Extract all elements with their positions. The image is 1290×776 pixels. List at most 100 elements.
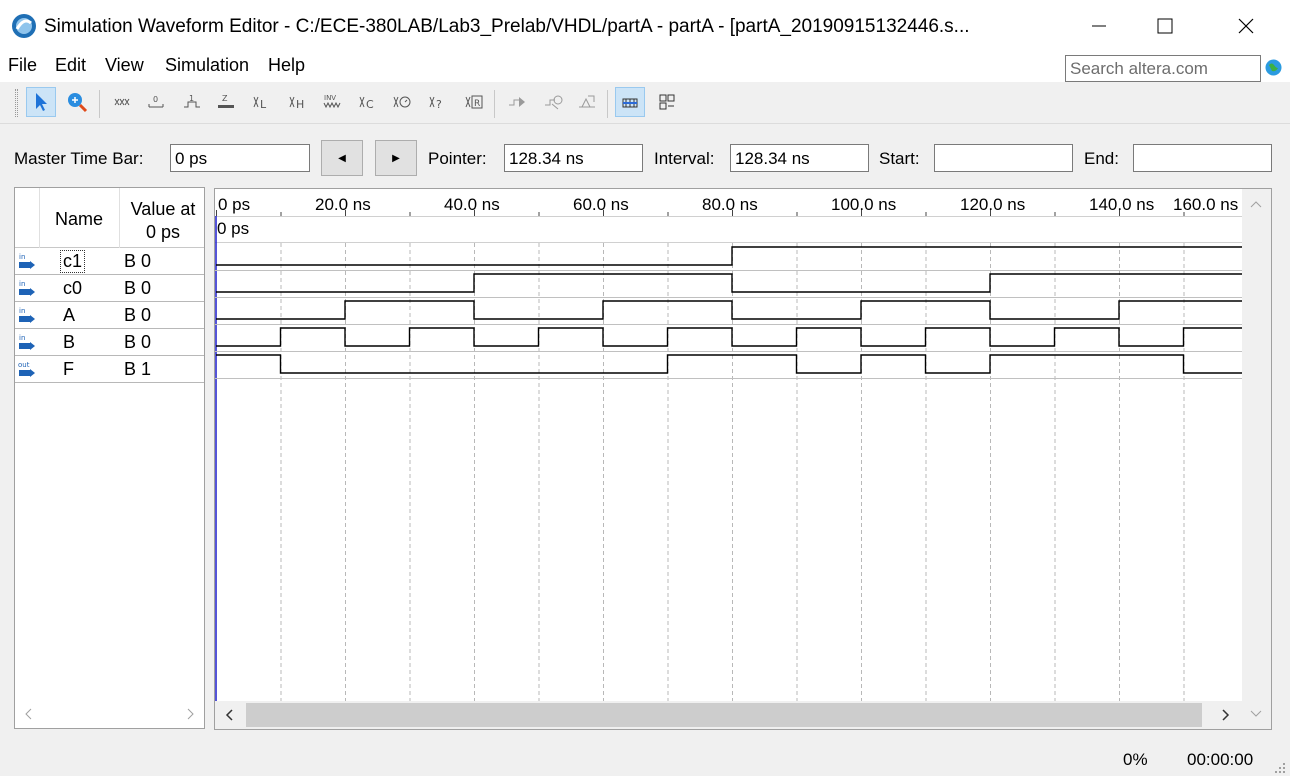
zoom-tool-button[interactable] [62,87,92,117]
status-bar: 0% 00:00:00 [0,744,1290,776]
sort-button[interactable] [652,87,682,117]
waveform-canvas[interactable] [215,189,1242,701]
signal-value: B 0 [124,278,152,298]
forcing-low-button[interactable]: 0 [141,87,171,117]
menu-help[interactable]: Help [268,55,305,76]
arbitrary-value-button[interactable]: R [459,87,489,117]
value-header-line1: Value at [130,199,196,219]
value-column-header[interactable]: Value at 0 ps [122,198,204,244]
waveform-F[interactable] [216,354,1242,374]
waveform-c0[interactable] [216,273,1242,293]
value-header-line2: 0 ps [145,222,181,242]
signal-row-B[interactable]: in B B 0 [15,329,204,356]
search-input[interactable]: Search altera.com [1065,55,1261,82]
menu-edit[interactable]: Edit [55,55,86,76]
arrow-right-icon: ▶ [392,152,400,164]
signal-value: B 0 [124,305,152,325]
waveform-vertical-scrollbar[interactable] [1242,189,1271,729]
minimize-button[interactable] [1069,0,1129,52]
waveform-horizontal-scrollbar[interactable] [215,701,1242,729]
menu-file[interactable]: File [8,55,37,76]
svg-text:R: R [474,99,480,109]
svg-text:0: 0 [153,95,158,104]
menu-simulation[interactable]: Simulation [165,55,249,76]
input-pin-icon: in [19,334,35,350]
chevron-left-icon[interactable] [23,708,35,720]
elapsed-time: 00:00:00 [1187,750,1254,769]
next-transition-button[interactable]: ▶ [375,140,417,176]
ruler-label: 40.0 ns [444,195,500,214]
clock-icon [393,96,411,108]
master-time-bar-field[interactable]: 0 ps [170,144,310,172]
forcing-low-icon: 0 [148,95,164,108]
forcing-high-icon: 1 [184,94,200,108]
waveform-panel[interactable]: 0 ps 20.0 ns 40.0 ns 60.0 ns 80.0 ns 100.0 ns… [214,188,1272,730]
snap-to-grid-button[interactable] [615,87,645,117]
master-time-bar-marker[interactable]: 0 ps [217,219,249,239]
globe-icon[interactable] [1265,59,1282,76]
maximize-button[interactable] [1135,0,1195,52]
uninitialized-icon [114,98,130,106]
close-button[interactable] [1216,0,1276,52]
random-value-icon: ? [429,96,442,111]
column-divider[interactable] [119,188,120,248]
count-value-button[interactable]: C [353,87,383,117]
end-field[interactable] [1133,144,1272,172]
svg-text:in: in [19,280,25,288]
signal-row-F[interactable]: out F B 1 [15,356,204,383]
previous-transition-button[interactable]: ◀ [321,140,363,176]
svg-text:C: C [366,98,374,111]
interval-label: Interval: [654,149,715,168]
signal-row-A[interactable]: in A B 0 [15,302,204,329]
start-field[interactable] [934,144,1073,172]
progress-percent: 0% [1123,750,1148,769]
random-value-button[interactable]: ? [423,87,453,117]
signal-row-c0[interactable]: in c0 B 0 [15,275,204,302]
chevron-up-icon[interactable] [1250,199,1262,211]
generate-netlist-button[interactable] [572,87,602,117]
snap-to-grid-icon [622,98,638,108]
interval-field[interactable]: 128.34 ns [730,144,869,172]
toolbar-grip[interactable] [15,89,18,117]
pointer-field[interactable]: 128.34 ns [504,144,643,172]
chevron-down-icon[interactable] [1250,707,1262,719]
minimize-icon [1092,25,1106,27]
uninitialized-button[interactable] [107,87,137,117]
signal-row-c1[interactable]: in c1 B 0 [15,248,204,275]
ruler-label: 80.0 ns [702,195,758,214]
forcing-high-button[interactable]: 1 [177,87,207,117]
svg-text:H: H [296,98,304,111]
name-column-header[interactable]: Name [55,209,103,230]
chevron-left-icon[interactable] [224,709,236,721]
chevron-right-icon[interactable] [1219,709,1231,721]
arbitrary-value-icon: R [465,95,483,109]
run-timing-button[interactable] [538,87,568,117]
app-icon [12,14,36,38]
end-label: End: [1084,149,1119,168]
master-time-bar-label: Master Time Bar: [14,149,144,168]
weak-low-button[interactable]: L [247,87,277,117]
chevron-right-icon[interactable] [184,708,196,720]
weak-high-button[interactable]: H [283,87,313,117]
high-impedance-button[interactable]: Z [211,87,241,117]
run-functional-button[interactable] [502,87,532,117]
clock-button[interactable] [387,87,417,117]
waveform-c1[interactable] [216,246,1242,266]
column-divider [39,188,40,248]
title-bar: Simulation Waveform Editor - C:/ECE-380L… [0,0,1290,52]
pointer-tool-button[interactable] [26,87,56,117]
waveform-B[interactable] [216,327,1242,347]
scrollbar-thumb[interactable] [246,703,1202,727]
signal-list-header: Name Value at 0 ps [15,188,204,248]
resize-grip-icon[interactable] [1272,760,1286,774]
input-pin-icon: in [19,280,35,296]
invert-button[interactable]: INV [317,87,347,117]
signal-name: c0 [63,278,83,298]
toolbar-separator [494,90,495,118]
ruler-label: 100.0 ns [831,195,897,214]
menu-view[interactable]: View [105,55,144,76]
waveform-A[interactable] [216,300,1242,320]
ruler-label: 0 ps [218,195,251,214]
signal-list-scrollbar[interactable] [15,700,204,728]
signal-list-panel: Name Value at 0 ps in c1 B 0 in c0 B 0 i… [14,187,205,729]
